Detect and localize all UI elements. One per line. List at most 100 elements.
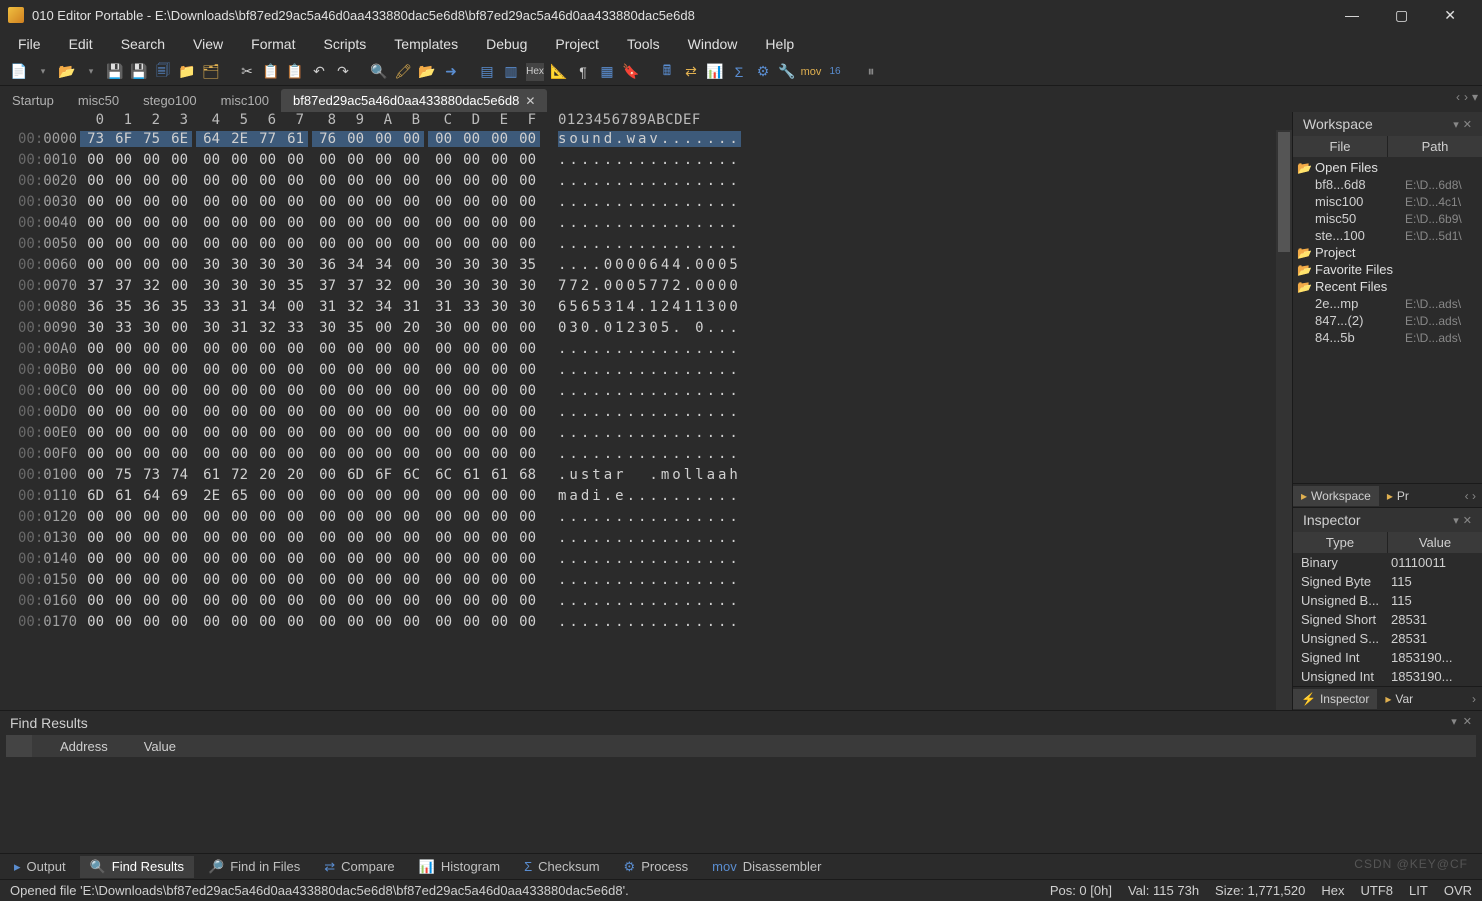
hex-byte[interactable]: 33: [456, 299, 484, 315]
panel-menu-icon[interactable]: ▾: [1453, 514, 1459, 527]
hex-byte[interactable]: 00: [224, 404, 252, 420]
hex-byte[interactable]: 6F: [368, 467, 396, 483]
hex-row[interactable]: 00:003000000000000000000000000000000000.…: [0, 191, 1292, 212]
hex-byte[interactable]: 30: [196, 257, 224, 273]
menu-format[interactable]: Format: [243, 34, 303, 54]
hex-byte[interactable]: 00: [484, 614, 512, 630]
hex-ascii[interactable]: ................: [558, 509, 741, 525]
hex-byte[interactable]: 76: [312, 131, 340, 147]
hex-byte[interactable]: 00: [136, 614, 164, 630]
hex-byte[interactable]: 00: [484, 551, 512, 567]
hex-byte[interactable]: 00: [512, 572, 540, 588]
hex-byte[interactable]: 30: [136, 320, 164, 336]
hex-byte[interactable]: 00: [456, 446, 484, 462]
hex-byte[interactable]: 00: [512, 152, 540, 168]
hex-row[interactable]: 00:017000000000000000000000000000000000.…: [0, 611, 1292, 632]
hex-byte[interactable]: 00: [456, 236, 484, 252]
hex-byte[interactable]: 00: [512, 509, 540, 525]
hex-byte[interactable]: 00: [512, 194, 540, 210]
hex-byte[interactable]: 00: [512, 593, 540, 609]
hex-byte[interactable]: 00: [108, 341, 136, 357]
hex-byte[interactable]: 00: [136, 593, 164, 609]
hex-byte[interactable]: 00: [224, 593, 252, 609]
hex-byte[interactable]: 00: [108, 593, 136, 609]
hex-row[interactable]: 00:016000000000000000000000000000000000.…: [0, 590, 1292, 611]
workspace-subtab[interactable]: ▸Workspace: [1293, 486, 1379, 506]
hex-byte[interactable]: 00: [512, 215, 540, 231]
hex-byte[interactable]: 31: [312, 299, 340, 315]
hex-row[interactable]: 00:006000000000303030303634340030303035.…: [0, 254, 1292, 275]
hex-row[interactable]: 00:01000075737461722020006D6F6C6C616168.…: [0, 464, 1292, 485]
minimize-button[interactable]: —: [1337, 3, 1367, 28]
hex-byte[interactable]: 00: [252, 446, 280, 462]
bottom-tab-process[interactable]: ⚙Process: [614, 856, 699, 878]
hex-byte[interactable]: 00: [196, 446, 224, 462]
hex-byte[interactable]: 00: [164, 593, 192, 609]
pause-icon[interactable]: ⏸: [862, 63, 880, 81]
find-address-header[interactable]: Address: [42, 739, 126, 754]
hex-byte[interactable]: 32: [252, 320, 280, 336]
document-tab[interactable]: Startup: [0, 89, 66, 112]
hex-byte[interactable]: 00: [512, 320, 540, 336]
hex-byte[interactable]: 00: [456, 614, 484, 630]
hex-byte[interactable]: 00: [280, 152, 308, 168]
hex-byte[interactable]: 00: [196, 362, 224, 378]
hex-byte[interactable]: 00: [252, 236, 280, 252]
hex-byte[interactable]: 00: [196, 572, 224, 588]
hex-row[interactable]: 00:00F000000000000000000000000000000000.…: [0, 443, 1292, 464]
hex-byte[interactable]: 00: [428, 593, 456, 609]
hex-byte[interactable]: 00: [280, 614, 308, 630]
hex-byte[interactable]: 30: [512, 299, 540, 315]
hex-byte[interactable]: 00: [340, 152, 368, 168]
hex-byte[interactable]: 00: [196, 509, 224, 525]
tab-menu-icon[interactable]: ▾: [1472, 90, 1478, 104]
hex-byte[interactable]: 00: [512, 173, 540, 189]
hex-byte[interactable]: 00: [280, 530, 308, 546]
hex-byte[interactable]: 00: [108, 152, 136, 168]
toggle-a-icon[interactable]: ▤: [478, 63, 496, 81]
hex-byte[interactable]: 00: [108, 509, 136, 525]
hex-byte[interactable]: 00: [108, 425, 136, 441]
hex-byte[interactable]: 00: [312, 194, 340, 210]
hex-ascii[interactable]: ................: [558, 572, 741, 588]
inspector-row[interactable]: Signed Short28531: [1293, 610, 1482, 629]
hex-byte[interactable]: 00: [280, 236, 308, 252]
hex-byte[interactable]: 00: [396, 614, 424, 630]
hex-byte[interactable]: 30: [456, 278, 484, 294]
inspector-type-header[interactable]: Type: [1293, 532, 1388, 553]
hex-byte[interactable]: 00: [224, 551, 252, 567]
hex-byte[interactable]: 00: [108, 404, 136, 420]
menu-project[interactable]: Project: [547, 34, 607, 54]
hex-byte[interactable]: 00: [396, 152, 424, 168]
hex-byte[interactable]: 00: [340, 173, 368, 189]
menu-window[interactable]: Window: [680, 34, 746, 54]
save-all-icon[interactable]: 💾: [130, 63, 148, 81]
hex-byte[interactable]: 00: [196, 404, 224, 420]
hex-byte[interactable]: 00: [108, 362, 136, 378]
document-tab[interactable]: misc50: [66, 89, 131, 112]
hex-vertical-scrollbar[interactable]: [1276, 130, 1292, 710]
hex-byte[interactable]: 00: [368, 131, 396, 147]
hex-ascii[interactable]: .ustar .mollaah: [558, 467, 741, 483]
hex-byte[interactable]: 00: [312, 530, 340, 546]
panel-close-icon[interactable]: ✕: [1463, 514, 1472, 527]
hex-byte[interactable]: 00: [108, 257, 136, 273]
hex-byte[interactable]: 00: [312, 425, 340, 441]
hex-byte[interactable]: 32: [136, 278, 164, 294]
hex-byte[interactable]: 00: [80, 614, 108, 630]
hex-byte[interactable]: 30: [484, 257, 512, 273]
hex-byte[interactable]: 73: [136, 467, 164, 483]
hex-byte[interactable]: 00: [340, 425, 368, 441]
hex-byte[interactable]: 00: [368, 425, 396, 441]
hex-byte[interactable]: 00: [108, 194, 136, 210]
hex-byte[interactable]: 69: [164, 488, 192, 504]
hex-byte[interactable]: 00: [340, 383, 368, 399]
hex-row[interactable]: 00:015000000000000000000000000000000000.…: [0, 569, 1292, 590]
hex-byte[interactable]: 00: [196, 530, 224, 546]
hex-byte[interactable]: 00: [484, 215, 512, 231]
hex-byte[interactable]: 00: [428, 446, 456, 462]
hex-byte[interactable]: 00: [164, 404, 192, 420]
hex-byte[interactable]: 00: [196, 593, 224, 609]
hex-byte[interactable]: 30: [196, 320, 224, 336]
hex-byte[interactable]: 00: [312, 593, 340, 609]
